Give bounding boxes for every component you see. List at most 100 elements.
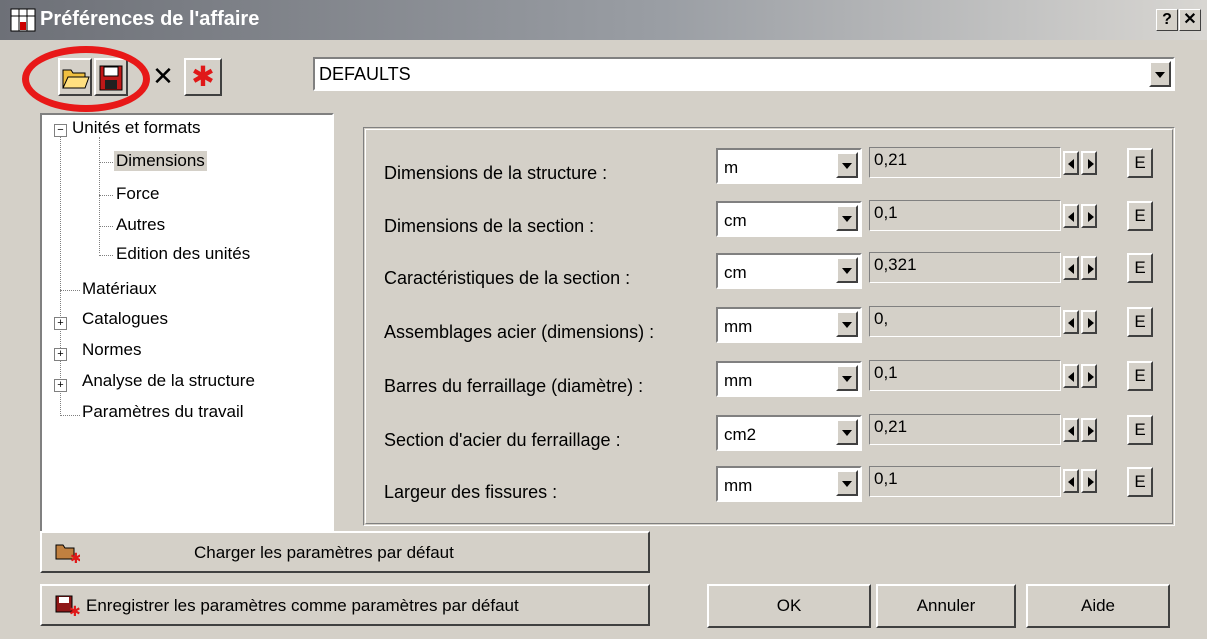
exponent-button[interactable]: E bbox=[1127, 253, 1153, 283]
tree-item-analyse-structure[interactable]: Analyse de la structure bbox=[82, 371, 255, 391]
unit-select[interactable]: mm bbox=[716, 307, 862, 343]
tree-item-materiaux[interactable]: Matériaux bbox=[82, 279, 157, 299]
cancel-button[interactable]: Annuler bbox=[876, 584, 1016, 628]
chevron-down-icon[interactable] bbox=[836, 365, 858, 391]
precision-value: 0,1 bbox=[874, 363, 898, 382]
precision-field: 0, bbox=[869, 306, 1061, 337]
exponent-button[interactable]: E bbox=[1127, 148, 1153, 178]
unit-value: cm bbox=[724, 263, 747, 282]
precision-value: 0,1 bbox=[874, 203, 898, 222]
chevron-down-icon[interactable] bbox=[836, 419, 858, 445]
tree-item-normes[interactable]: Normes bbox=[82, 340, 142, 360]
precision-value: 0,321 bbox=[874, 255, 917, 274]
load-folder-icon: ✱ bbox=[55, 544, 80, 563]
tree-line bbox=[99, 162, 113, 163]
decrease-precision-button[interactable] bbox=[1063, 310, 1079, 334]
chevron-down-icon[interactable] bbox=[836, 257, 858, 283]
unit-select[interactable]: cm bbox=[716, 201, 862, 237]
precision-field: 0,21 bbox=[869, 147, 1061, 178]
increase-precision-button[interactable] bbox=[1081, 151, 1097, 175]
decrease-precision-button[interactable] bbox=[1063, 418, 1079, 442]
close-button[interactable]: ✕ bbox=[1179, 9, 1201, 31]
precision-field: 0,1 bbox=[869, 360, 1061, 391]
precision-value: 0,21 bbox=[874, 150, 908, 169]
row-label: Dimensions de la section : bbox=[384, 216, 595, 236]
precision-field: 0,1 bbox=[869, 466, 1061, 497]
new-button[interactable]: ✱ bbox=[184, 58, 222, 96]
row-label: Largeur des fissures : bbox=[384, 482, 558, 502]
increase-precision-button[interactable] bbox=[1081, 310, 1097, 334]
delete-button[interactable]: ✕ bbox=[146, 58, 180, 96]
decrease-precision-button[interactable] bbox=[1063, 151, 1079, 175]
tree-item-force[interactable]: Force bbox=[116, 184, 159, 204]
svg-text:✱: ✱ bbox=[70, 551, 80, 563]
new-star-icon: ✱ bbox=[191, 61, 215, 92]
tree-item-dimensions[interactable]: Dimensions bbox=[114, 151, 207, 171]
title-bar: Préférences de l'affaire ? ✕ bbox=[0, 0, 1207, 40]
profile-select[interactable]: DEFAULTS bbox=[313, 57, 1175, 91]
unit-select[interactable]: mm bbox=[716, 466, 862, 502]
expand-icon[interactable]: + bbox=[54, 348, 67, 361]
save-defaults-button[interactable]: ✱ Enregistrer les paramètres comme param… bbox=[40, 584, 650, 626]
precision-value: 0, bbox=[874, 309, 889, 328]
row-label: Section d'acier du ferraillage : bbox=[384, 430, 621, 450]
exponent-button[interactable]: E bbox=[1127, 307, 1153, 337]
increase-precision-button[interactable] bbox=[1081, 364, 1097, 388]
tree-item-catalogues[interactable]: Catalogues bbox=[82, 309, 168, 329]
precision-field: 0,21 bbox=[869, 414, 1061, 445]
chevron-down-icon[interactable] bbox=[836, 470, 858, 496]
chevron-down-icon[interactable] bbox=[836, 311, 858, 337]
increase-precision-button[interactable] bbox=[1081, 204, 1097, 228]
exponent-button[interactable]: E bbox=[1127, 201, 1153, 231]
unit-value: mm bbox=[724, 317, 753, 336]
tree-line bbox=[99, 226, 113, 227]
tree-line bbox=[60, 290, 80, 291]
profile-dropdown-arrow-icon[interactable] bbox=[1149, 61, 1171, 87]
category-tree[interactable]: − Unités et formats Dimensions Force Aut… bbox=[40, 113, 334, 551]
row-label: Assemblages acier (dimensions) : bbox=[384, 322, 655, 342]
exponent-button[interactable]: E bbox=[1127, 361, 1153, 391]
save-defaults-icon: ✱ bbox=[55, 595, 80, 616]
unit-value: m bbox=[724, 158, 739, 177]
svg-text:✱: ✱ bbox=[69, 604, 80, 616]
unit-select[interactable]: m bbox=[716, 148, 862, 184]
tree-line bbox=[60, 136, 61, 416]
delete-x-icon: ✕ bbox=[152, 61, 174, 91]
precision-field: 0,1 bbox=[869, 200, 1061, 231]
window-title: Préférences de l'affaire bbox=[40, 8, 260, 30]
tree-item-autres[interactable]: Autres bbox=[116, 215, 165, 235]
expand-icon[interactable]: + bbox=[54, 379, 67, 392]
increase-precision-button[interactable] bbox=[1081, 469, 1097, 493]
tree-line bbox=[60, 415, 80, 416]
decrease-precision-button[interactable] bbox=[1063, 469, 1079, 493]
load-defaults-button[interactable]: ✱ Charger les paramètres par défaut bbox=[40, 531, 650, 573]
tree-item-unites-formats[interactable]: Unités et formats bbox=[72, 118, 201, 138]
ok-button[interactable]: OK bbox=[707, 584, 871, 628]
exponent-button[interactable]: E bbox=[1127, 415, 1153, 445]
help-dialog-button[interactable]: Aide bbox=[1026, 584, 1170, 628]
increase-precision-button[interactable] bbox=[1081, 256, 1097, 280]
help-button[interactable]: ? bbox=[1156, 9, 1178, 31]
decrease-precision-button[interactable] bbox=[1063, 256, 1079, 280]
tree-item-edition-unites[interactable]: Edition des unités bbox=[116, 244, 250, 264]
row-label: Barres du ferraillage (diamètre) : bbox=[384, 376, 644, 396]
precision-field: 0,321 bbox=[869, 252, 1061, 283]
exponent-button[interactable]: E bbox=[1127, 467, 1153, 497]
chevron-down-icon[interactable] bbox=[836, 205, 858, 231]
unit-select[interactable]: mm bbox=[716, 361, 862, 397]
profile-value: DEFAULTS bbox=[319, 64, 411, 84]
unit-select[interactable]: cm2 bbox=[716, 415, 862, 451]
expand-icon[interactable]: + bbox=[54, 317, 67, 330]
load-defaults-label: Charger les paramètres par défaut bbox=[194, 543, 454, 562]
tree-item-parametres-travail[interactable]: Paramètres du travail bbox=[82, 402, 244, 422]
unit-value: mm bbox=[724, 476, 753, 495]
decrease-precision-button[interactable] bbox=[1063, 364, 1079, 388]
unit-value: cm bbox=[724, 211, 747, 230]
decrease-precision-button[interactable] bbox=[1063, 204, 1079, 228]
chevron-down-icon[interactable] bbox=[836, 152, 858, 178]
increase-precision-button[interactable] bbox=[1081, 418, 1097, 442]
highlight-circle bbox=[22, 46, 150, 112]
unit-select[interactable]: cm bbox=[716, 253, 862, 289]
app-table-icon bbox=[10, 8, 36, 32]
precision-value: 0,1 bbox=[874, 469, 898, 488]
